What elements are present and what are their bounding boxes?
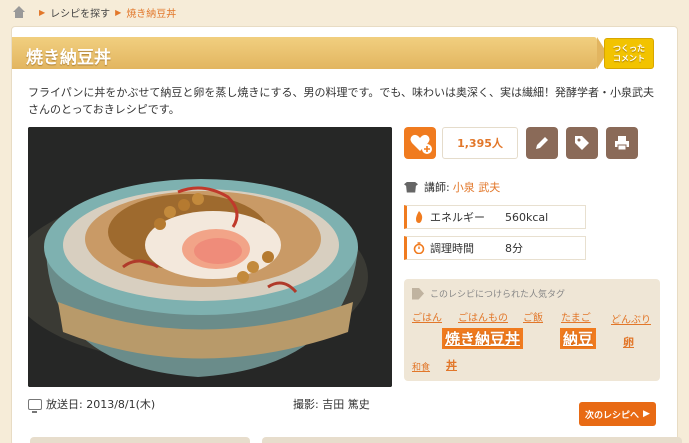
title-bar: 焼き納豆丼: [12, 37, 607, 69]
next-recipe-button[interactable]: 次のレシピへ ▶: [579, 402, 656, 426]
breadcrumb-search-link[interactable]: レシピを探す: [50, 5, 110, 20]
tag-link[interactable]: 卵: [623, 334, 634, 350]
tv-icon: [28, 398, 42, 413]
tag-link-featured[interactable]: 納豆: [560, 328, 597, 349]
favorite-button[interactable]: [404, 127, 436, 159]
memo-button[interactable]: [526, 127, 558, 159]
tag-link[interactable]: たまご: [561, 309, 591, 324]
energy-box: エネルギー 560kcal: [404, 205, 586, 229]
tag-link[interactable]: 和食: [412, 360, 430, 373]
tag-link[interactable]: どんぶり: [611, 309, 655, 333]
breadcrumb-current: 焼き納豆丼: [126, 8, 177, 20]
chevron-right-icon: ▶: [39, 7, 46, 17]
time-box: 調理時間 8分: [404, 236, 586, 260]
tag-button[interactable]: [566, 127, 598, 159]
tsukutta-label-1: つくった: [613, 44, 645, 53]
page-title: 焼き納豆丼: [26, 48, 111, 68]
breadcrumb: ▶ レシピを探す ▶ 焼き納豆丼: [0, 0, 689, 24]
recipe-card: 焼き納豆丼 つくった コメント フライパンに丼をかぶせて納豆と卵を蒸し焼きにする…: [11, 26, 678, 443]
next-recipe-label: 次のレシピへ: [585, 410, 640, 421]
instructor-link[interactable]: 小泉 武夫: [453, 179, 501, 195]
home-icon[interactable]: [12, 6, 26, 18]
action-bar: 1,395人: [404, 127, 638, 159]
shirt-icon: [404, 181, 418, 193]
timer-icon: [413, 242, 425, 254]
recipe-description: フライパンに丼をかぶせて納豆と卵を蒸し焼きにする、男の料理です。でも、味わいは奥…: [28, 86, 655, 116]
bottom-tab-right: [262, 437, 682, 443]
heart-icon: [410, 134, 432, 154]
instructor-row: 講師: 小泉 武夫: [404, 179, 500, 195]
photographer: 撮影: 吉田 篤史: [293, 396, 370, 412]
tag-link[interactable]: ごはん: [412, 309, 442, 324]
bottom-tab-left: [30, 437, 250, 443]
chevron-right-icon: ▶: [643, 409, 650, 419]
tag-link[interactable]: ごはんもの: [458, 309, 508, 324]
time-value: 8分: [505, 242, 523, 255]
air-date: 放送日: 2013/8/1(木): [28, 396, 156, 413]
tag-icon: [412, 287, 424, 300]
tags-heading: このレシピにつけられた人気タグ: [430, 290, 566, 300]
recipe-photo: [28, 127, 392, 387]
favorite-count: 1,395人: [442, 127, 518, 159]
flame-icon: [416, 211, 423, 223]
tag-link[interactable]: ご飯: [523, 309, 543, 324]
tsukutta-comment-button[interactable]: つくった コメント: [604, 38, 654, 69]
print-button[interactable]: [606, 127, 638, 159]
printer-icon: [615, 136, 629, 151]
chevron-right-icon: ▶: [115, 7, 122, 17]
pencil-icon: [536, 137, 548, 149]
time-label: 調理時間: [430, 242, 474, 255]
energy-label: エネルギー: [430, 211, 485, 224]
energy-value: 560kcal: [505, 210, 549, 224]
popular-tags-panel: このレシピにつけられた人気タグ ごはん ごはんもの ご飯 たまご どんぶり 焼き…: [404, 279, 660, 381]
tag-icon: [575, 136, 589, 150]
donburi-image: [28, 127, 392, 387]
air-date-text: 放送日: 2013/8/1(木): [46, 398, 156, 411]
tag-link-featured[interactable]: 焼き納豆丼: [442, 328, 524, 349]
tsukutta-label-2: コメント: [613, 54, 645, 63]
tag-link[interactable]: 丼: [446, 357, 457, 373]
instructor-label: 講師:: [424, 181, 450, 194]
photographer-text: 撮影: 吉田 篤史: [293, 398, 370, 411]
